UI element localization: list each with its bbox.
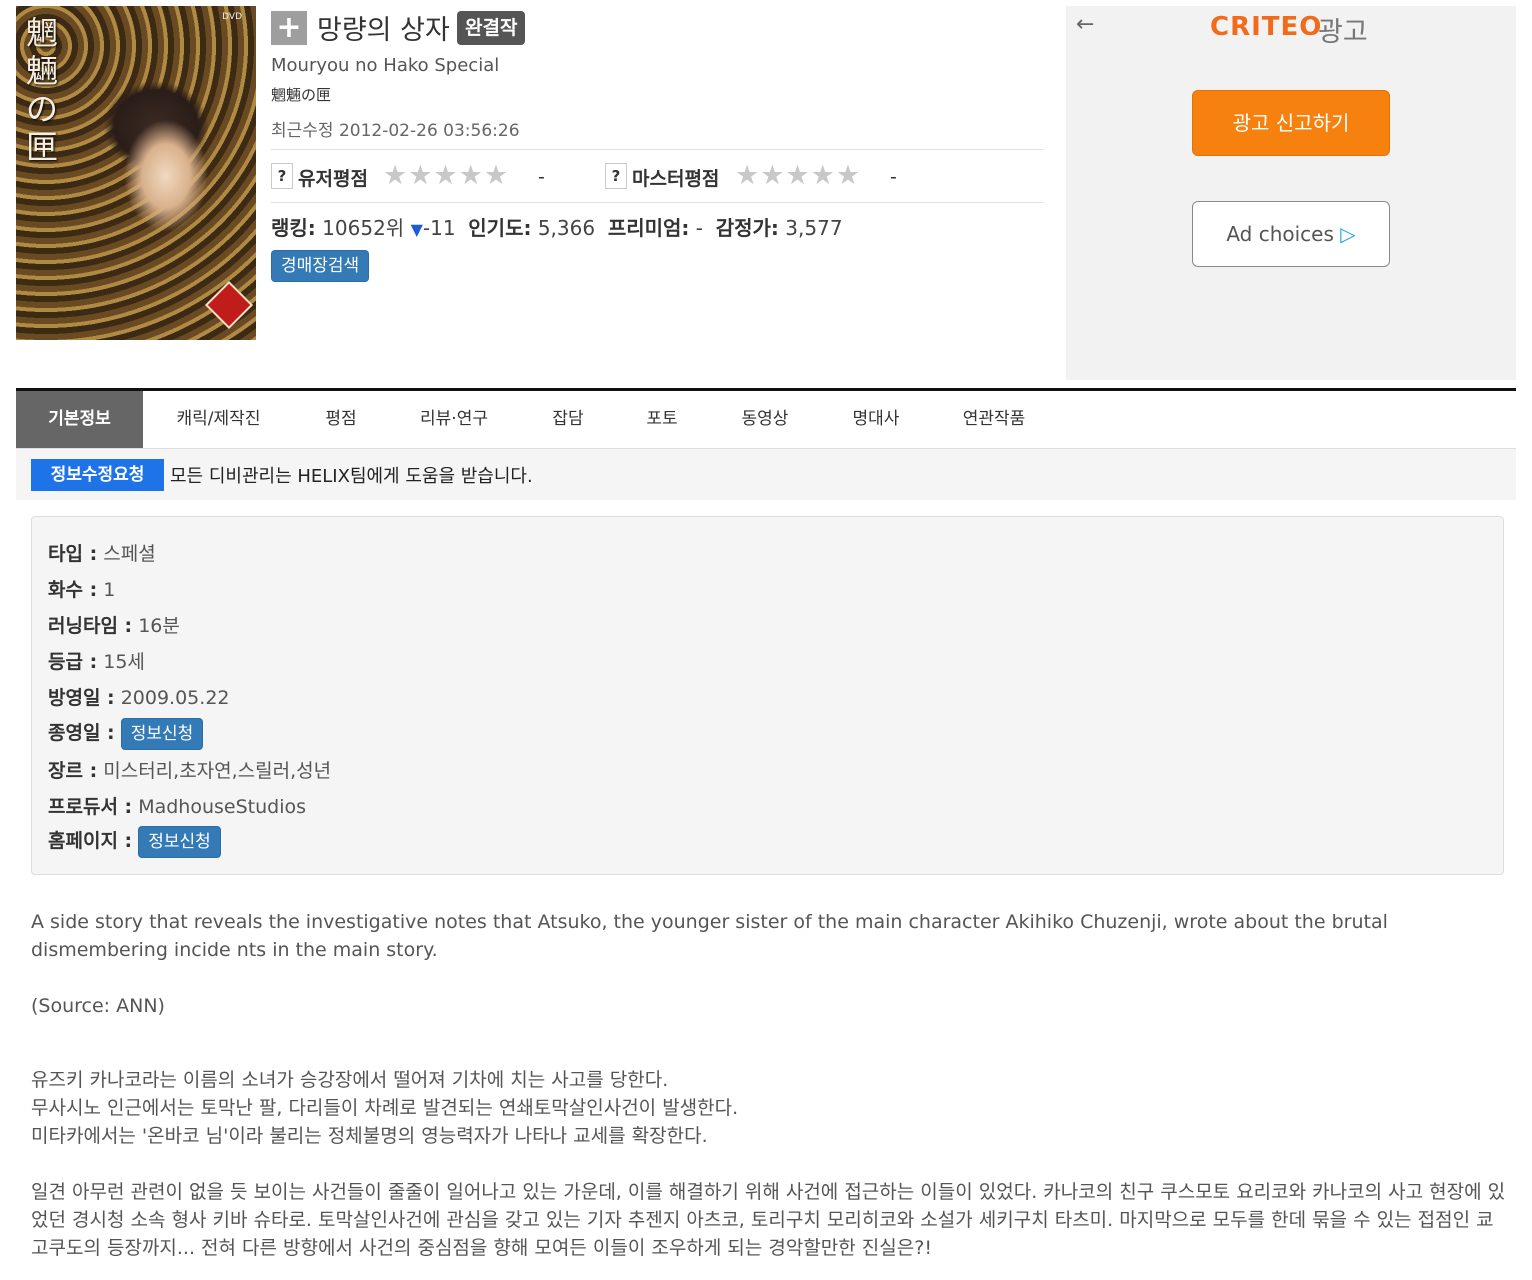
description-ko-line-3: 미타카에서는 '온바코 님'이라 불리는 정체불명의 영능력자가 나타나 교세를… <box>31 1125 708 1147</box>
tab-bar: 기본정보 캐릭/제작진 평점 리뷰·연구 잡담 포토 동영상 명대사 연관작품 <box>16 391 1516 449</box>
master-rating-stars: ★★★★★ <box>735 160 862 191</box>
rank-down-icon: ▼ <box>410 220 423 239</box>
adchoices-icon: ▷ <box>1340 222 1356 246</box>
plus-icon: + <box>276 10 302 45</box>
info-aired-label: 방영일 : <box>48 687 115 709</box>
info-type-value: 스페셜 <box>103 543 156 565</box>
info-homepage-label: 홈페이지 : <box>48 830 133 852</box>
ended-request-button[interactable]: 정보신청 <box>120 718 204 750</box>
tab-characters-staff[interactable]: 캐릭/제작진 <box>156 391 281 448</box>
ad-panel: ← CRITEO 광고 광고 신고하기 Ad choices ▷ <box>1066 6 1516 380</box>
title-japanese: 魍魎の匣 <box>271 86 332 104</box>
info-episodes-value: 1 <box>103 579 116 601</box>
rank-label: 랭킹: <box>271 216 316 240</box>
rank-value: 10652위 <box>322 216 405 240</box>
rank-change: -11 <box>422 216 456 240</box>
ad-label: 광고 <box>1318 17 1368 48</box>
info-runtime-label: 러닝타임 : <box>48 615 133 637</box>
ad-choices-label: Ad choices <box>1226 222 1334 246</box>
info-rating-label: 등급 : <box>48 651 98 673</box>
description-en: A side story that reveals the investigat… <box>31 911 1388 961</box>
info-homepage: 홈페이지 : 정보신청 <box>48 826 221 858</box>
poster-dvd-logo: DVD <box>222 12 242 22</box>
appraisal-label: 감정가: <box>715 216 779 240</box>
tab-videos[interactable]: 동영상 <box>726 391 804 448</box>
tab-reviews[interactable]: 리뷰·연구 <box>402 391 506 448</box>
info-rating: 등급 : 15세 <box>48 647 145 674</box>
tab-chat[interactable]: 잡담 <box>534 391 602 448</box>
divider <box>271 149 1043 150</box>
tab-quotes[interactable]: 명대사 <box>836 391 916 448</box>
user-rating-stars[interactable]: ★★★★★ <box>383 161 509 191</box>
description-ko-line-2: 무사시노 인근에서는 토막난 팔, 다리들이 차례로 발견되는 연쇄토막살인사건… <box>31 1097 739 1119</box>
info-episodes: 화수 : 1 <box>48 575 115 602</box>
user-rating-help-icon[interactable]: ? <box>271 163 293 189</box>
user-rating-value: - <box>538 166 545 188</box>
popularity-label: 인기도: <box>468 216 532 240</box>
status-badge: 완결작 <box>457 11 526 45</box>
stats-line: 랭킹: 10652위 ▼-11 인기도: 5,366 프리미엄: - 감정가: … <box>271 212 843 241</box>
info-ended-label: 종영일 : <box>48 722 115 744</box>
report-ad-button[interactable]: 광고 신고하기 <box>1192 90 1390 156</box>
homepage-request-button[interactable]: 정보신청 <box>138 826 221 858</box>
info-runtime: 러닝타임 : 16분 <box>48 611 180 638</box>
tab-related[interactable]: 연관작품 <box>948 391 1040 448</box>
info-genre: 장르 : 미스터리,초자연,스릴러,성년 <box>48 756 331 783</box>
criteo-logo: CRITEO <box>1210 12 1323 42</box>
poster-image: 魍魎の匣 DVD <box>16 6 256 340</box>
page-title: 망량의 상자 <box>317 15 450 46</box>
master-rating-value: - <box>890 166 897 188</box>
popularity-value: 5,366 <box>537 216 596 240</box>
divider <box>271 202 1043 203</box>
poster-title-text: 魍魎の匣 <box>26 14 59 166</box>
notice-text: 모든 디비관리는 HELIX팀에게 도움을 받습니다. <box>170 466 533 487</box>
info-episodes-label: 화수 : <box>48 579 98 601</box>
title-english: Mouryou no Hako Special <box>271 55 500 76</box>
info-aired: 방영일 : 2009.05.22 <box>48 683 230 710</box>
tab-ratings[interactable]: 평점 <box>306 391 376 448</box>
info-producer-value: MadhouseStudios <box>138 796 306 818</box>
info-rating-value: 15세 <box>103 651 145 673</box>
description-source: (Source: ANN) <box>31 995 165 1017</box>
info-ended: 종영일 : 정보신청 <box>48 718 204 750</box>
user-rating-label: 유저평점 <box>298 168 368 190</box>
tab-photos[interactable]: 포토 <box>628 391 696 448</box>
premium-label: 프리미엄: <box>607 216 690 240</box>
master-rating-help-icon[interactable]: ? <box>605 163 627 189</box>
description-ko-paragraph-2: 일견 아무런 관련이 없을 듯 보이는 사건들이 줄줄이 일어나고 있는 가운데… <box>31 1181 1506 1259</box>
info-box: 타입 : 스페셜 화수 : 1 러닝타임 : 16분 등급 : 15세 방영일 … <box>31 516 1504 875</box>
master-rating-label: 마스터평점 <box>632 168 720 190</box>
description-ko-line-1: 유즈키 카나코라는 이름의 소녀가 승강장에서 떨어져 기차에 치는 사고를 당… <box>31 1069 669 1091</box>
tab-basic-info[interactable]: 기본정보 <box>16 391 143 448</box>
info-runtime-value: 16분 <box>138 615 180 637</box>
poster-volume-badge <box>204 280 254 330</box>
auction-search-button[interactable]: 경매장검색 <box>271 250 370 282</box>
ad-choices-button[interactable]: Ad choices ▷ <box>1192 201 1390 267</box>
last-modified: 최근수정 2012-02-26 03:56:26 <box>271 121 520 141</box>
info-type: 타입 : 스페셜 <box>48 539 156 566</box>
add-to-list-button[interactable]: + <box>271 11 307 45</box>
info-genre-value: 미스터리,초자연,스릴러,성년 <box>103 760 332 782</box>
info-type-label: 타입 : <box>48 543 98 565</box>
premium-value: - <box>695 216 703 240</box>
info-producer-label: 프로듀서 : <box>48 796 133 818</box>
info-genre-label: 장르 : <box>48 760 98 782</box>
info-producer: 프로듀서 : MadhouseStudios <box>48 792 306 819</box>
edit-request-button[interactable]: 정보수정요청 <box>31 459 164 491</box>
notice-bar: 정보수정요청 모든 디비관리는 HELIX팀에게 도움을 받습니다. <box>16 449 1516 500</box>
appraisal-value: 3,577 <box>785 216 843 240</box>
back-arrow-icon[interactable]: ← <box>1076 12 1094 37</box>
info-aired-value: 2009.05.22 <box>120 687 230 709</box>
